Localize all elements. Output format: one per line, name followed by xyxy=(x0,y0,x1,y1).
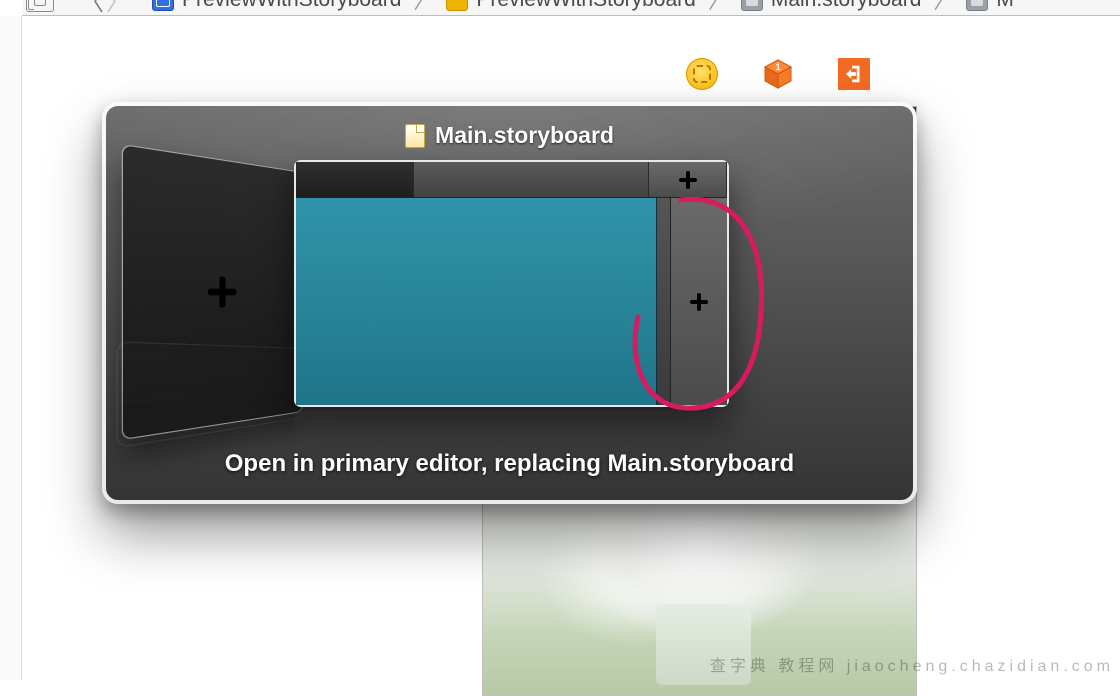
editor-tab-bar xyxy=(296,162,727,198)
breadcrumb-label: Main.storyboard xyxy=(771,0,922,12)
new-tab-button[interactable] xyxy=(649,162,727,197)
3d-cube-icon[interactable]: 1 xyxy=(762,58,794,90)
nav-forward-button[interactable]: 〉 xyxy=(106,0,126,17)
breadcrumb-label: PreviewWithStoryboard xyxy=(182,0,401,12)
storyboard-file-icon xyxy=(405,124,425,148)
breadcrumb[interactable]: M xyxy=(966,0,1014,12)
editor-reflection xyxy=(294,410,729,454)
secondary-editor-target[interactable] xyxy=(122,144,303,440)
chevron-right-icon: 〉 xyxy=(702,0,735,15)
breadcrumb[interactable]: PreviewWithStoryboard xyxy=(152,0,401,12)
breadcrumb[interactable]: PreviewWithStoryboard xyxy=(446,0,695,12)
watermark: 查字典 教程网 jiaocheng.chazidian.com xyxy=(710,652,1114,676)
breadcrumb-label: PreviewWithStoryboard xyxy=(476,0,695,12)
editor-tab-empty xyxy=(414,162,649,197)
breadcrumb[interactable]: Main.storyboard xyxy=(741,0,922,12)
left-gutter xyxy=(0,16,22,680)
hud-hint-text: Open in primary editor, replacing Main.s… xyxy=(106,450,913,478)
project-icon xyxy=(152,0,174,11)
storyboard-icon xyxy=(741,0,763,11)
svg-text:1: 1 xyxy=(775,62,780,72)
new-assistant-column-button[interactable] xyxy=(671,198,727,405)
path-bar: 〈 〉 PreviewWithStoryboard 〉 PreviewWithS… xyxy=(22,0,1120,16)
primary-editor-target[interactable] xyxy=(294,160,729,407)
editor-viewport[interactable] xyxy=(296,198,657,405)
hud-title: Main.storyboard xyxy=(106,122,913,149)
folder-icon xyxy=(446,0,468,11)
breadcrumb-label: M xyxy=(996,0,1014,12)
chevron-right-icon: 〉 xyxy=(927,0,960,15)
hud-file-name: Main.storyboard xyxy=(435,122,614,149)
scene-toolbar: 1 xyxy=(112,42,912,106)
vertical-scrollbar[interactable] xyxy=(657,198,671,405)
editor-tab[interactable] xyxy=(296,162,414,197)
nav-back-button[interactable]: 〈 xyxy=(80,0,100,17)
chevron-right-icon: 〉 xyxy=(407,0,440,15)
editor-canvas: 1 Main.storyboard xyxy=(22,16,1120,680)
storyboard-icon xyxy=(966,0,988,11)
exit-icon[interactable] xyxy=(838,58,870,90)
assistant-editor-icon[interactable] xyxy=(686,58,718,90)
layout-toggle-button[interactable] xyxy=(26,0,54,12)
open-destination-hud: Main.storyboard xyxy=(102,102,917,504)
